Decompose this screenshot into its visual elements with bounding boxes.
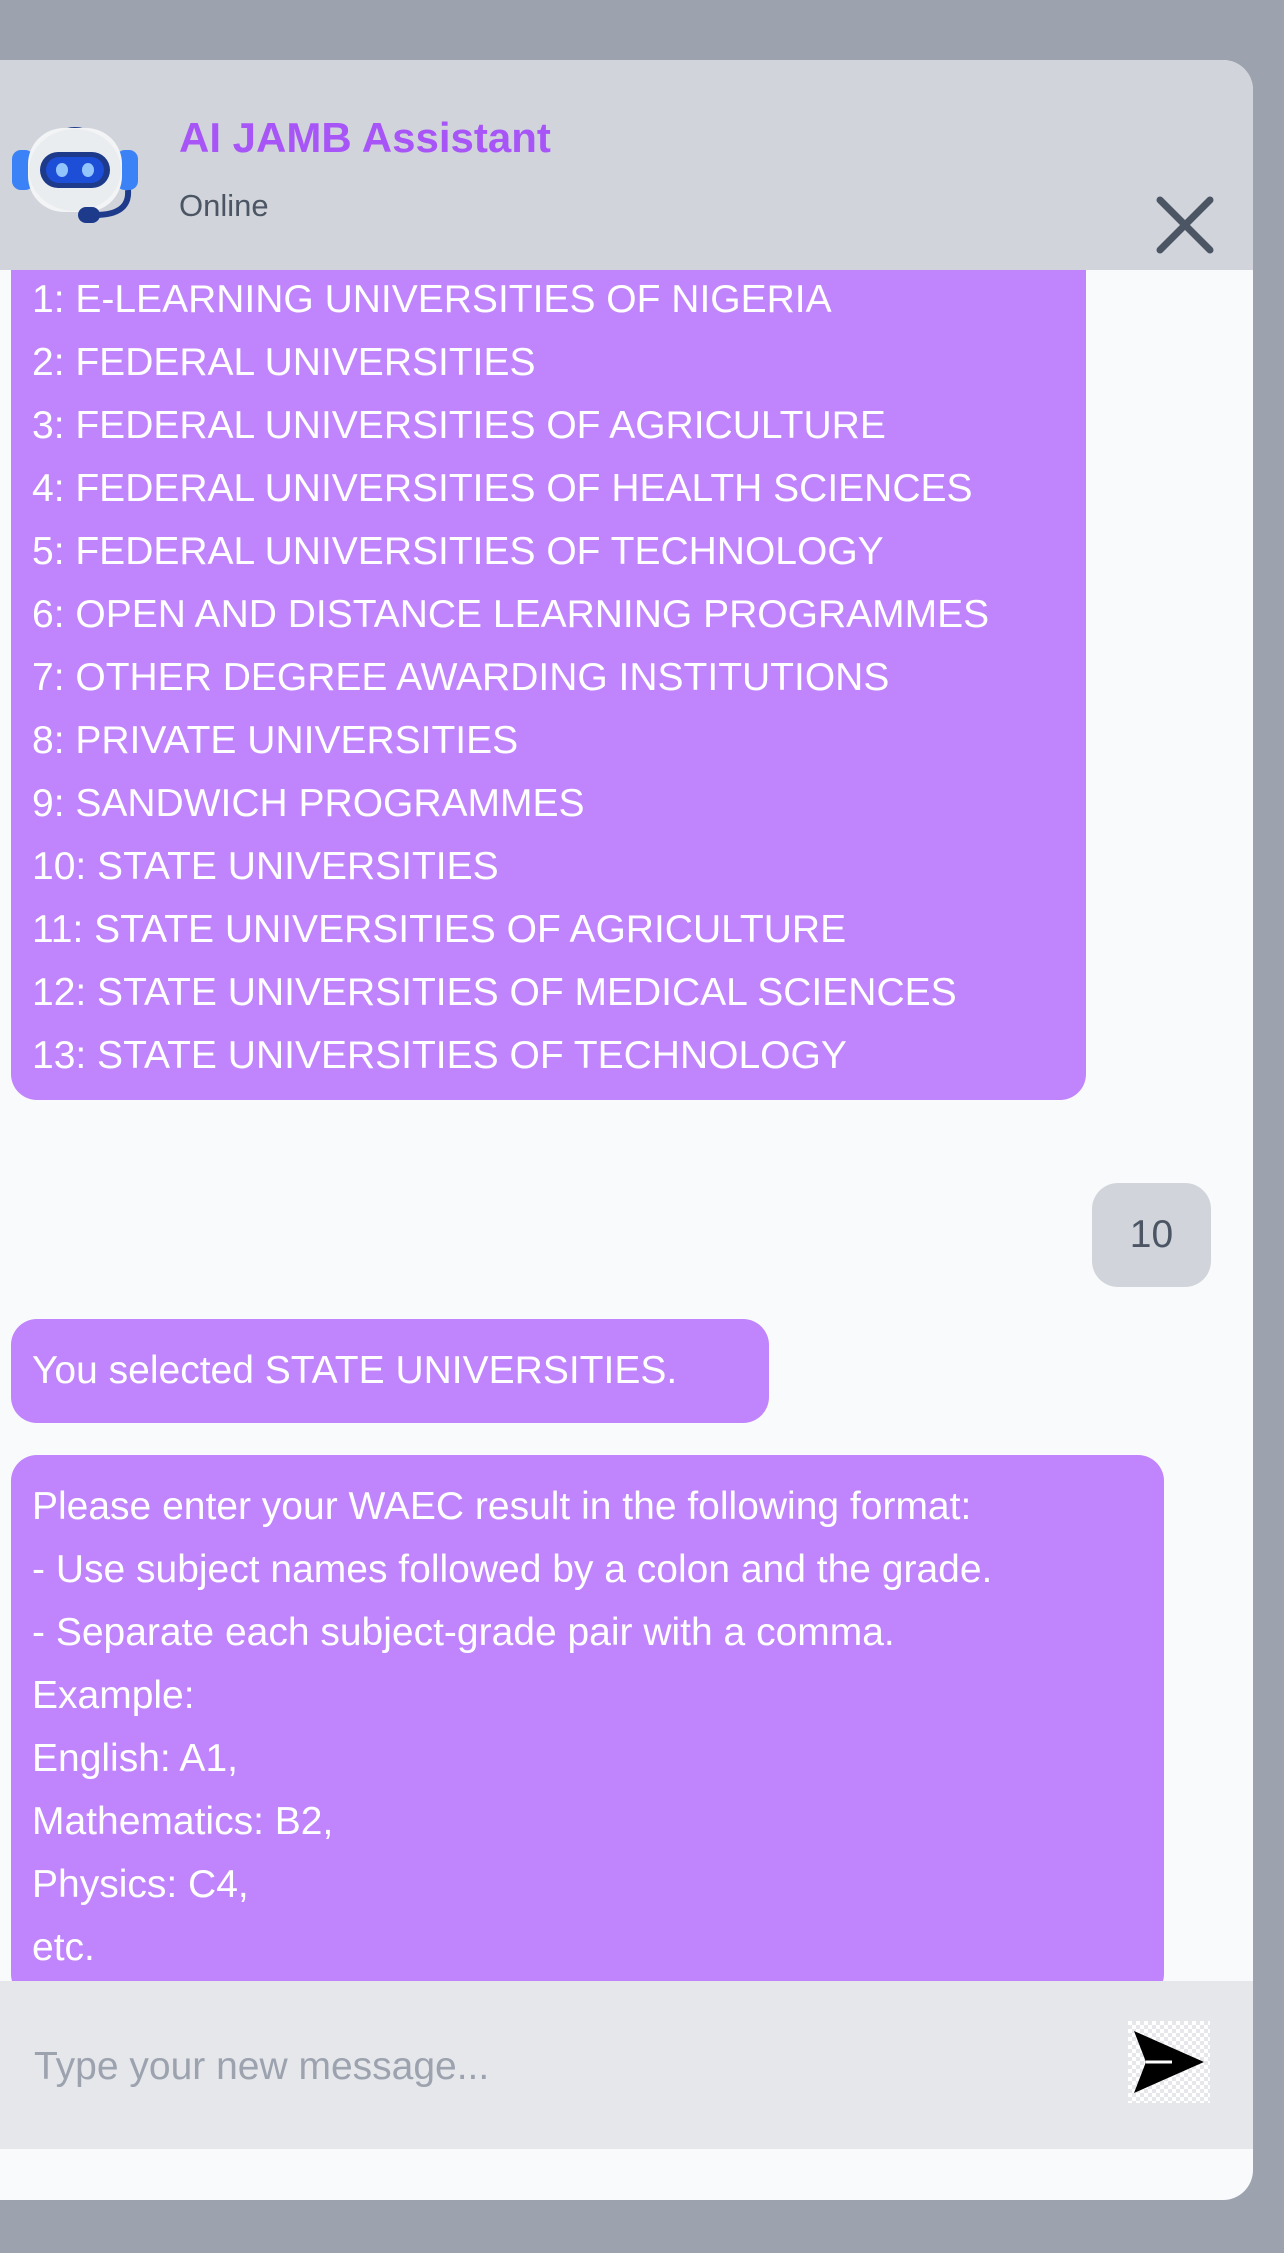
instruction-line: Physics: C4,	[32, 1863, 249, 1906]
chat-window: AI JAMB Assistant Online 1: E-LEARNING U…	[0, 60, 1253, 2200]
instruction-line: - Use subject names followed by a colon …	[32, 1548, 993, 1591]
instruction-line: English: A1,	[32, 1737, 238, 1780]
list-item: 12: STATE UNIVERSITIES OF MEDICAL SCIENC…	[32, 971, 957, 1014]
user-message: 10	[1092, 1183, 1211, 1287]
send-button[interactable]	[1128, 2021, 1210, 2103]
message-text: You selected STATE UNIVERSITIES.	[32, 1349, 678, 1392]
list-item: 3: FEDERAL UNIVERSITIES OF AGRICULTURE	[32, 404, 886, 447]
instruction-line: Mathematics: B2,	[32, 1800, 334, 1843]
list-item: 6: OPEN AND DISTANCE LEARNING PROGRAMMES	[32, 593, 990, 636]
bot-message-instructions: Please enter your WAEC result in the fol…	[11, 1455, 1164, 2000]
list-item: 9: SANDWICH PROGRAMMES	[32, 782, 585, 825]
list-item: 10: STATE UNIVERSITIES	[32, 845, 499, 888]
robot-headset-icon	[10, 110, 140, 230]
list-item: 5: FEDERAL UNIVERSITIES OF TECHNOLOGY	[32, 530, 884, 573]
instruction-line: Example:	[32, 1674, 195, 1717]
instruction-line: - Separate each subject-grade pair with …	[32, 1611, 895, 1654]
close-button[interactable]	[1150, 190, 1220, 260]
list-item: 2: FEDERAL UNIVERSITIES	[32, 341, 536, 384]
instruction-line: Please enter your WAEC result in the fol…	[32, 1485, 972, 1528]
message-list[interactable]: 1: E-LEARNING UNIVERSITIES OF NIGERIA 2:…	[0, 270, 1253, 2040]
message-input[interactable]	[32, 2021, 1096, 2113]
bot-message-institution-list: 1: E-LEARNING UNIVERSITIES OF NIGERIA 2:…	[11, 270, 1086, 1100]
message-composer	[0, 1981, 1253, 2149]
list-item: 7: OTHER DEGREE AWARDING INSTITUTIONS	[32, 656, 890, 699]
list-item: 4: FEDERAL UNIVERSITIES OF HEALTH SCIENC…	[32, 467, 973, 510]
list-item: 11: STATE UNIVERSITIES OF AGRICULTURE	[32, 908, 847, 951]
list-item: 13: STATE UNIVERSITIES OF TECHNOLOGY	[32, 1034, 847, 1077]
chat-header: AI JAMB Assistant Online	[0, 60, 1253, 270]
assistant-title: AI JAMB Assistant	[179, 114, 551, 161]
bot-message-selection: You selected STATE UNIVERSITIES.	[11, 1319, 769, 1423]
close-icon	[1156, 196, 1214, 254]
list-item: 1: E-LEARNING UNIVERSITIES OF NIGERIA	[32, 278, 832, 321]
instruction-line: etc.	[32, 1926, 95, 1969]
send-icon	[1134, 2031, 1204, 2093]
list-item: 8: PRIVATE UNIVERSITIES	[32, 719, 519, 762]
online-status: Online	[179, 188, 269, 223]
